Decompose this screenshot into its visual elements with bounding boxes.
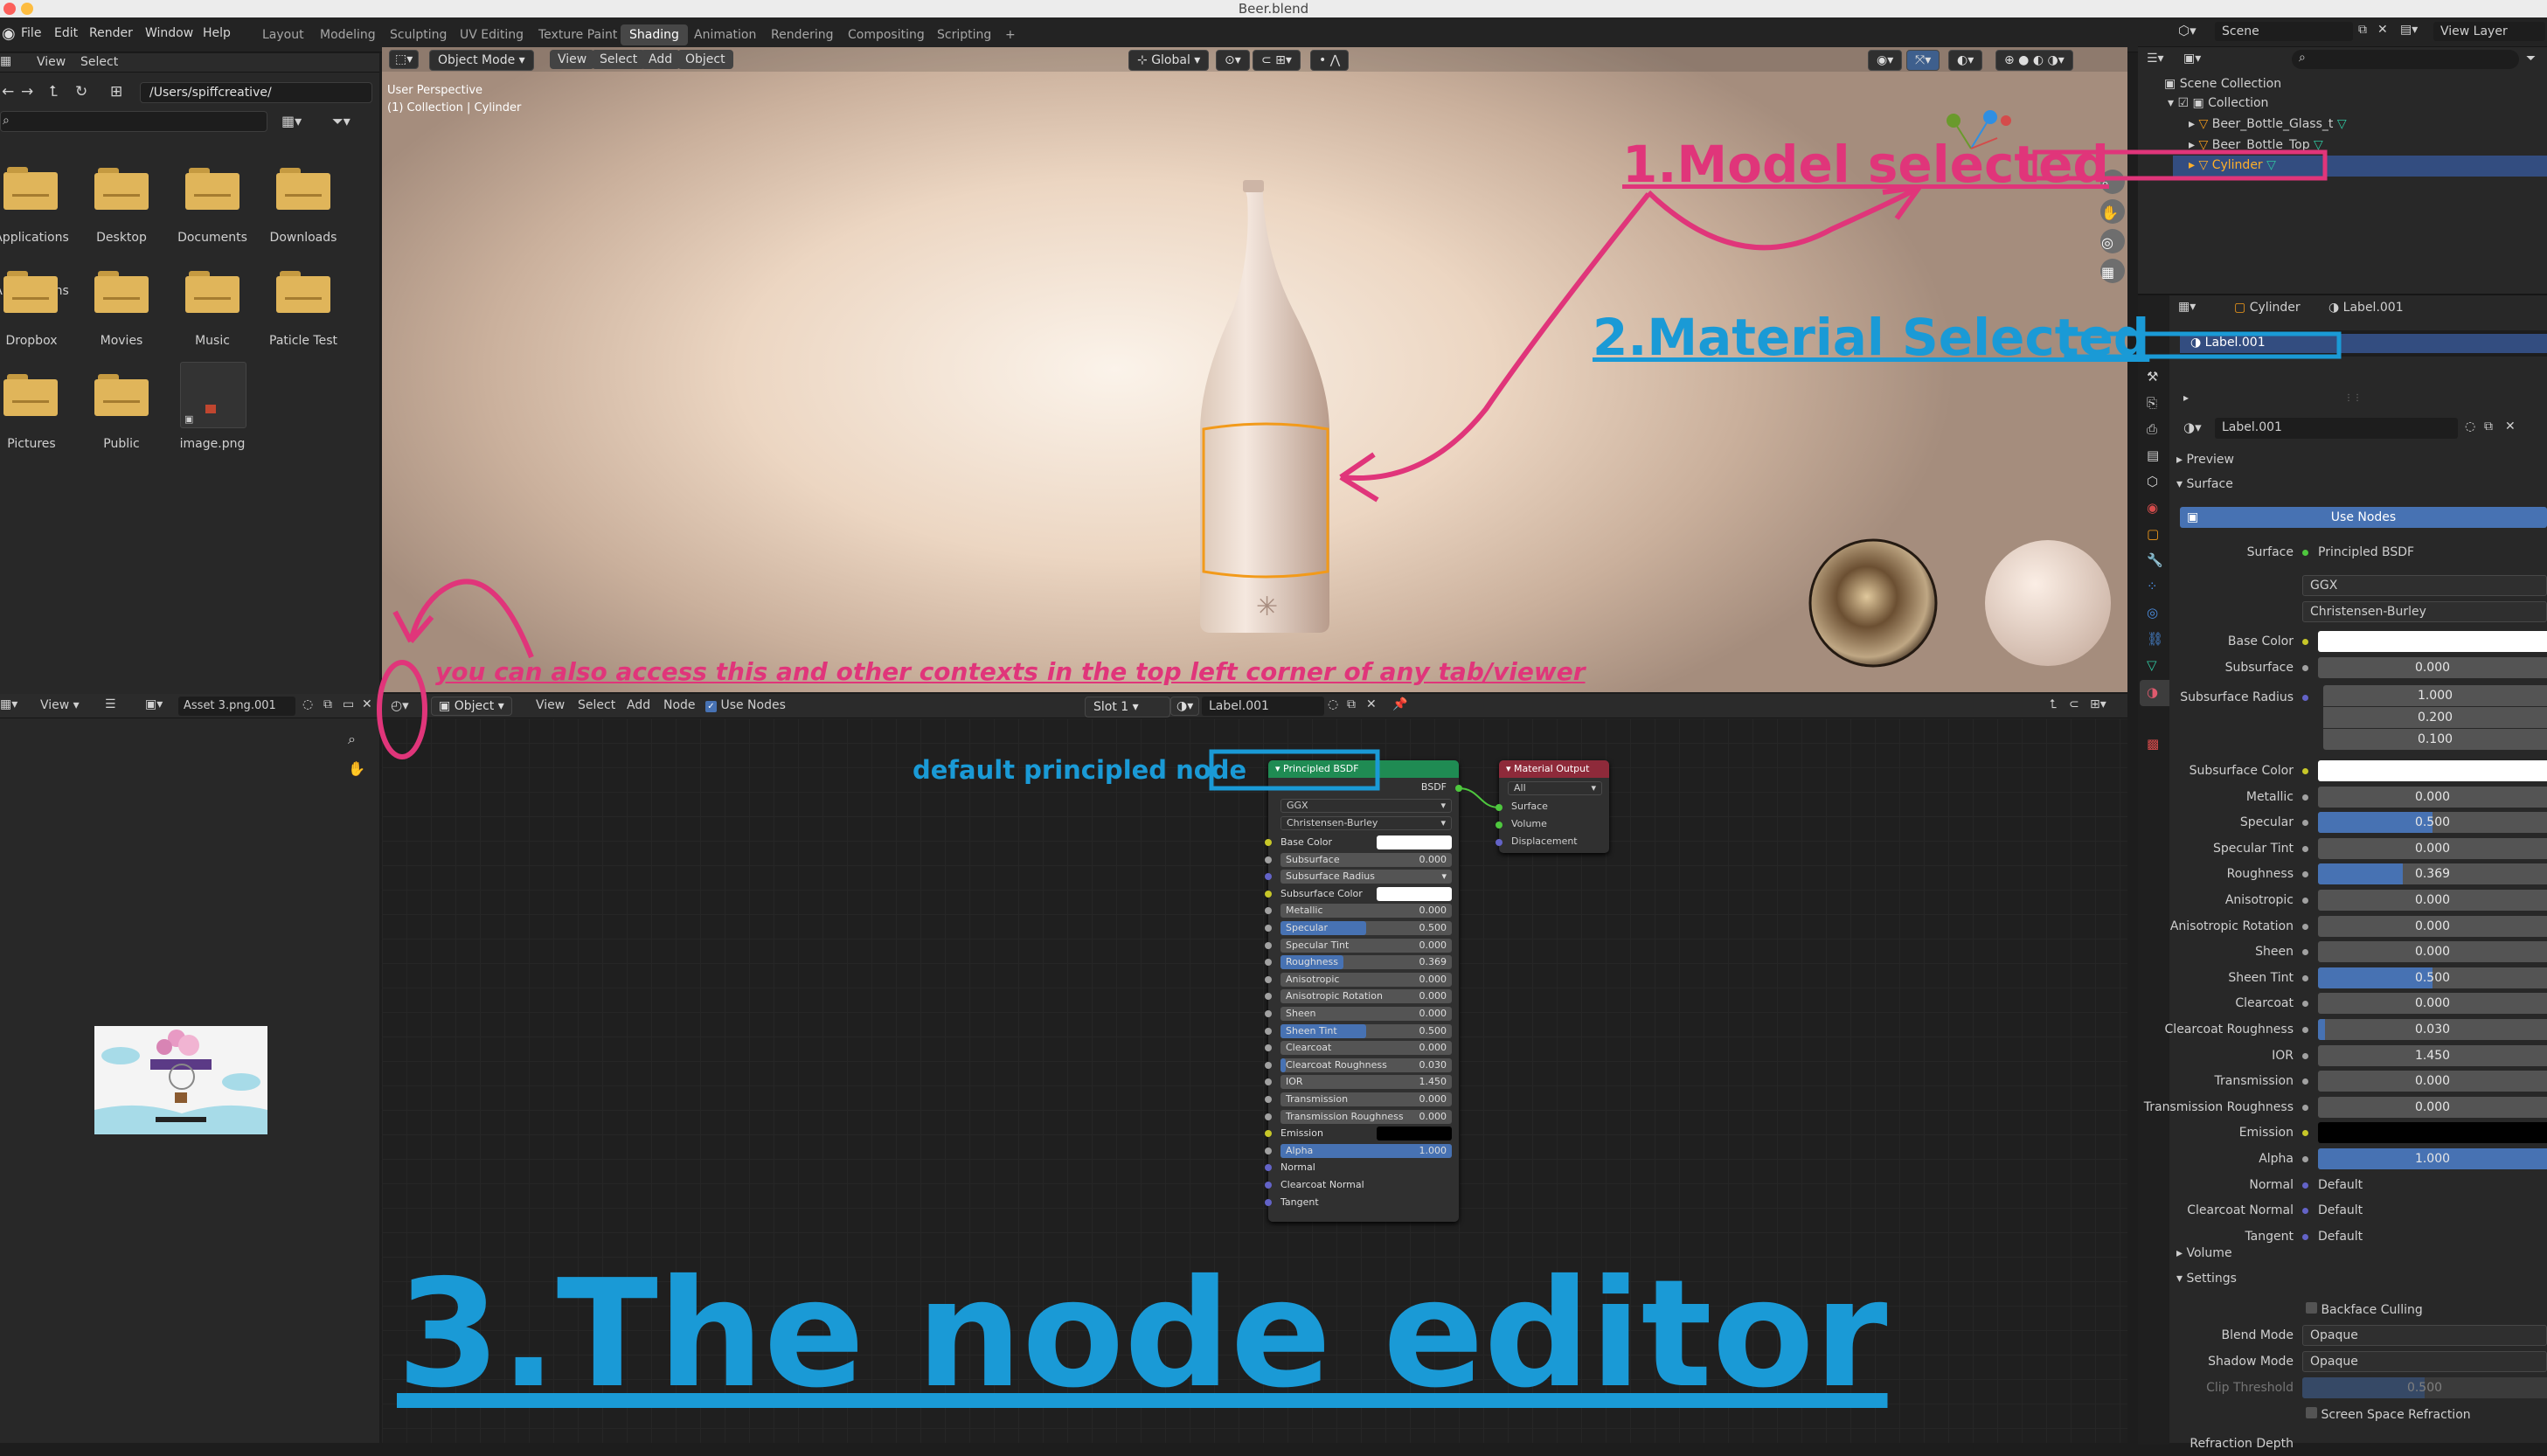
model-arrow bbox=[1646, 184, 1921, 251]
annotation-model-selected: 1.Model selected bbox=[1622, 135, 2109, 194]
context-circle bbox=[377, 660, 427, 759]
annotation-node-editor: 3.The node editor bbox=[397, 1248, 1888, 1421]
annotation-material-selected: 2.Material Selected bbox=[1593, 308, 2150, 367]
annotation-contexts-hint: you can also access this and other conte… bbox=[435, 657, 1586, 686]
annotation-overlay bbox=[377, 149, 2342, 791]
annotation-default-node: default principled node bbox=[913, 755, 1247, 785]
